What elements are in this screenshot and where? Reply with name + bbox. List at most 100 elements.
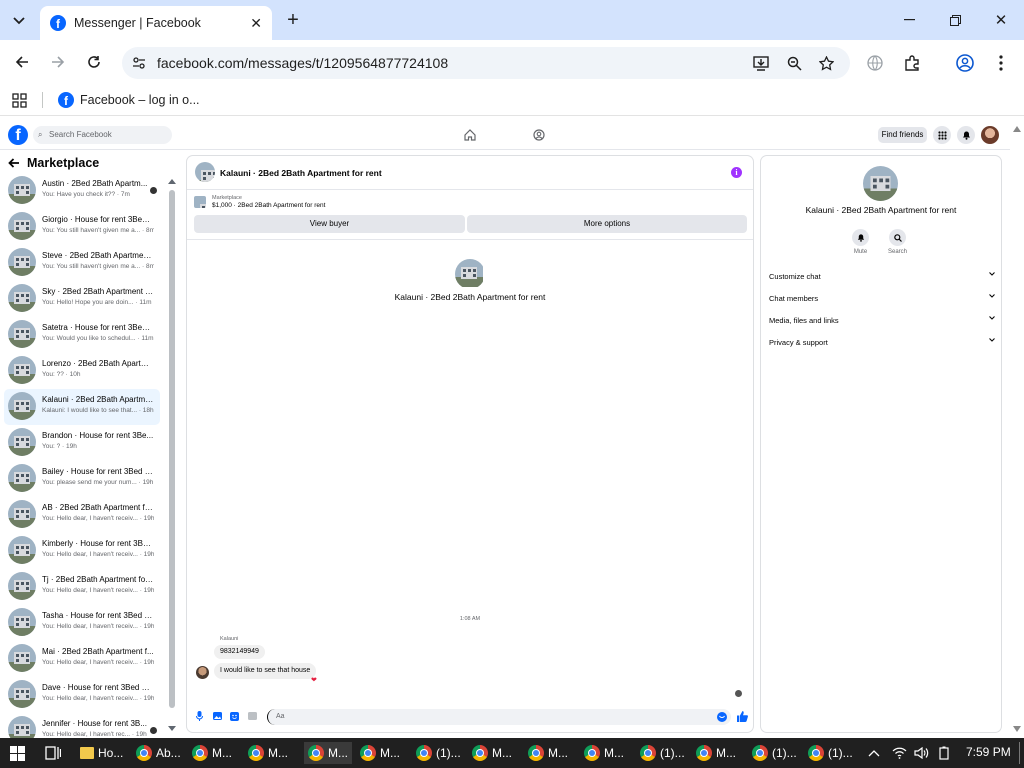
conversation-item[interactable]: Dave · House for rent 3Bed 2B... You: Hel… — [4, 677, 160, 713]
taskbar-app-button[interactable]: M... — [360, 742, 400, 764]
apps-grid-icon[interactable] — [11, 92, 27, 108]
conversation-item[interactable]: Sky · 2Bed 2Bath Apartment f... You: Hell… — [4, 281, 160, 317]
conversation-item[interactable]: Jennifer · House for rent 3B... You: Hell… — [4, 713, 160, 738]
taskbar-app-button[interactable]: M... — [248, 742, 288, 764]
taskbar-app-button[interactable]: Ab... — [136, 742, 181, 764]
details-section-item[interactable]: Chat members — [769, 294, 995, 303]
view-buyer-button[interactable]: View buyer — [194, 215, 465, 233]
details-profile-photo[interactable] — [863, 166, 898, 201]
forward-icon[interactable] — [48, 52, 68, 72]
mute-bell-icon[interactable] — [852, 229, 869, 246]
task-view-icon[interactable] — [44, 745, 62, 761]
menu-grid-icon[interactable] — [933, 126, 951, 144]
bookmark-facebook[interactable]: f Facebook – log in o... — [58, 92, 200, 108]
conversation-item[interactable]: Lorenzo · 2Bed 2Bath Apartm... You: ?? · … — [4, 353, 160, 389]
taskbar-app-button[interactable]: M... — [192, 742, 232, 764]
facebook-logo-icon[interactable]: f — [8, 125, 28, 145]
conversation-list-scrollbar[interactable] — [169, 190, 175, 708]
list-scroll-up-icon[interactable] — [167, 177, 177, 185]
friends-icon[interactable] — [532, 128, 546, 142]
clock-time[interactable]: 7:59 PM — [966, 745, 1011, 759]
details-section-item[interactable]: Customize chat — [769, 272, 995, 281]
listing-thumbnail[interactable] — [194, 196, 206, 208]
taskbar-app-button[interactable]: M... — [528, 742, 568, 764]
photo-icon[interactable] — [212, 710, 222, 722]
conversation-item[interactable]: Austin · 2Bed 2Bath Apartm... You: Have y… — [4, 173, 160, 209]
taskbar-app-button[interactable]: M... — [696, 742, 736, 764]
site-info-icon[interactable] — [131, 55, 147, 71]
chrome-menu-icon[interactable] — [992, 54, 1010, 72]
chat-profile-photo[interactable] — [455, 259, 485, 289]
taskbar-app-button[interactable]: M... — [304, 742, 352, 764]
taskbar-app-button[interactable]: (1)... — [808, 742, 853, 764]
wifi-icon[interactable] — [891, 745, 907, 761]
emoji-icon[interactable] — [717, 712, 727, 722]
message-bubble[interactable]: 9832149949 — [214, 645, 265, 659]
reload-icon[interactable] — [84, 52, 104, 72]
taskbar-app-button[interactable]: Ho... — [80, 742, 123, 764]
home-icon[interactable] — [463, 128, 477, 142]
thumbs-up-icon[interactable] — [736, 710, 748, 722]
gif-icon[interactable] — [247, 710, 258, 722]
find-friends-button[interactable]: Find friends — [878, 127, 927, 143]
sticker-icon[interactable] — [229, 710, 239, 722]
details-section-item[interactable]: Privacy & support — [769, 338, 995, 347]
conversation-item[interactable]: Kimberly · House for rent 3Be... You: Hel… — [4, 533, 160, 569]
heart-reaction-icon[interactable]: ❤ — [311, 676, 317, 684]
conversation-name: Kimberly · House for rent 3Be... — [42, 539, 154, 548]
conversation-item[interactable]: Steve · 2Bed 2Bath Apartment... You: You … — [4, 245, 160, 281]
minimize-icon[interactable] — [898, 10, 920, 30]
zoom-icon[interactable] — [785, 54, 803, 72]
browser-tab-messenger[interactable]: f Messenger | Facebook ✕ — [40, 6, 272, 40]
conversation-item[interactable]: Giorgio · House for rent 3Bed ... You: Yo… — [4, 209, 160, 245]
windows-start-icon[interactable] — [9, 745, 25, 761]
close-tab-icon[interactable]: ✕ — [250, 15, 262, 32]
chat-listing-photo[interactable] — [195, 162, 215, 182]
show-hidden-icons-icon[interactable] — [867, 746, 881, 760]
back-arrow-icon[interactable] — [8, 158, 20, 168]
message-bubble[interactable]: I would like to see that house — [214, 663, 317, 679]
conversation-item[interactable]: Kalauni · 2Bed 2Bath Apartme... Kalauni: … — [4, 389, 160, 425]
conversation-item[interactable]: Tj · 2Bed 2Bath Apartment for... You: Hel… — [4, 569, 160, 605]
bookmark-star-icon[interactable] — [817, 54, 835, 72]
extensions-icon[interactable] — [903, 54, 921, 72]
translate-icon[interactable] — [866, 54, 884, 72]
conversation-item[interactable]: AB · 2Bed 2Bath Apartment fo... You: Hell… — [4, 497, 160, 533]
info-icon[interactable]: i — [731, 167, 742, 178]
more-options-button[interactable]: More options — [467, 215, 747, 233]
sender-avatar[interactable] — [196, 666, 209, 679]
microphone-icon[interactable] — [194, 710, 204, 722]
taskbar-app-button[interactable]: (1)... — [752, 742, 797, 764]
chat-title[interactable]: Kalauni · 2Bed 2Bath Apartment for rent — [220, 168, 382, 178]
page-scroll-up-icon[interactable] — [1012, 124, 1022, 134]
address-bar[interactable]: facebook.com/messages/t/1209564877724108 — [122, 47, 850, 79]
conversation-item[interactable]: Tasha · House for rent 3Bed 2... You: Hel… — [4, 605, 160, 641]
search-in-chat-icon[interactable] — [889, 229, 906, 246]
search-facebook-input[interactable]: ⌕ Search Facebook — [33, 126, 172, 144]
profile-icon[interactable] — [956, 54, 974, 72]
page-scroll-down-icon[interactable] — [1012, 724, 1022, 734]
close-window-icon[interactable]: ✕ — [990, 10, 1012, 30]
show-desktop-button[interactable] — [1019, 742, 1020, 764]
battery-icon[interactable] — [937, 745, 951, 761]
listing-price-title[interactable]: $1,000 · 2Bed 2Bath Apartment for rent — [212, 202, 325, 209]
conversation-item[interactable]: Mai · 2Bed 2Bath Apartment f... You: Hell… — [4, 641, 160, 677]
install-app-icon[interactable] — [752, 54, 770, 72]
list-scroll-down-icon[interactable] — [167, 724, 177, 732]
new-tab-button[interactable]: + — [283, 9, 303, 31]
taskbar-app-button[interactable]: (1)... — [640, 742, 685, 764]
taskbar-app-button[interactable]: M... — [584, 742, 624, 764]
restore-icon[interactable] — [944, 10, 966, 30]
user-avatar[interactable] — [981, 126, 999, 144]
back-icon[interactable] — [12, 52, 32, 72]
tab-search-icon[interactable] — [8, 10, 30, 32]
notifications-bell-icon[interactable] — [957, 126, 975, 144]
taskbar-app-button[interactable]: (1)... — [416, 742, 461, 764]
volume-icon[interactable] — [913, 745, 929, 761]
details-section-item[interactable]: Media, files and links — [769, 316, 995, 325]
message-input[interactable]: Aa — [267, 709, 731, 725]
taskbar-app-button[interactable]: M... — [472, 742, 512, 764]
conversation-item[interactable]: Bailey · House for rent 3Bed 2... You: pl… — [4, 461, 160, 497]
conversation-item[interactable]: Brandon · House for rent 3Be... You: ? · … — [4, 425, 160, 461]
conversation-item[interactable]: Satetra · House for rent 3Bed ... You: Wo… — [4, 317, 160, 353]
